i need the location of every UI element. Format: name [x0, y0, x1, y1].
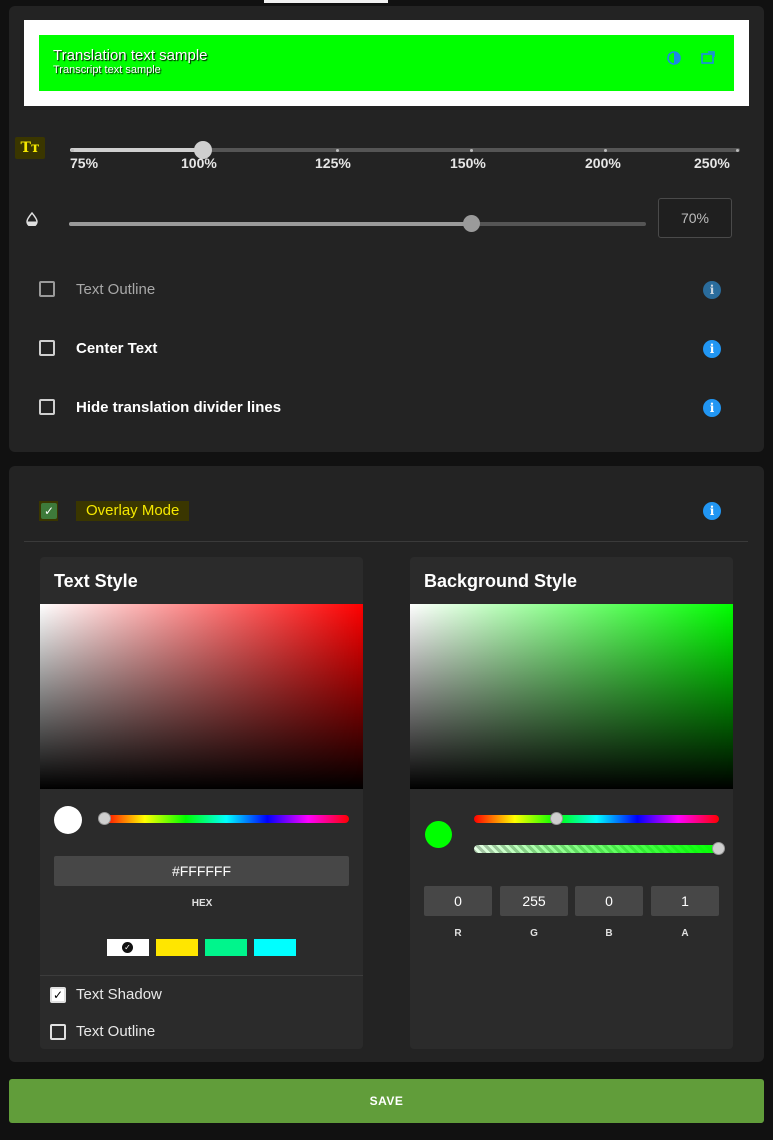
background-color-preview-swatch [425, 821, 452, 848]
text-color-saturation-area[interactable] [40, 604, 363, 789]
slider-tick [470, 149, 473, 152]
slider-tick [736, 149, 739, 152]
text-hex-input[interactable]: #FFFFFF [54, 856, 349, 886]
hide-divider-lines-label: Hide translation divider lines [76, 398, 282, 416]
center-text-label: Center Text [76, 339, 158, 357]
preset-white-swatch[interactable]: ✓ [107, 939, 149, 956]
background-color-saturation-area[interactable] [410, 604, 733, 789]
text-shadow-label: Text Shadow [76, 986, 162, 1003]
hide-divider-lines-option[interactable]: Hide translation divider lines [39, 395, 281, 419]
center-text-info-icon[interactable]: i [703, 340, 721, 358]
opacity-slider-track[interactable] [69, 222, 646, 226]
preset-yellow-swatch[interactable] [156, 939, 198, 956]
font-size-option[interactable]: 75% [70, 155, 98, 171]
section-divider [24, 541, 748, 542]
blue-input[interactable]: 0 [575, 886, 643, 916]
caption-preview-background: Translation text sample Transcript text … [39, 35, 734, 91]
font-size-option[interactable]: 150% [450, 155, 486, 171]
green-input[interactable]: 255 [500, 886, 568, 916]
font-size-slider-track[interactable] [70, 148, 740, 152]
font-size-icon: Tт [15, 137, 45, 159]
selected-check-icon: ✓ [122, 942, 133, 953]
preview-transcript-text: Transcript text sample [53, 64, 161, 76]
opacity-value-field[interactable]: 70% [658, 198, 732, 238]
caption-preview: Translation text sample Transcript text … [24, 20, 749, 106]
text-outline-info-icon[interactable]: i [703, 281, 721, 299]
background-alpha-slider[interactable] [474, 845, 719, 853]
text-hue-slider-thumb[interactable] [98, 812, 111, 825]
text-style-card: Text Style #FFFFFF HEX ✓ ✓ Text Shadow T… [40, 557, 363, 1049]
center-text-option[interactable]: Center Text [39, 336, 157, 360]
card-text-outline-checkbox[interactable] [50, 1023, 66, 1040]
text-color-preview-swatch [54, 806, 82, 834]
font-size-option[interactable]: 125% [315, 155, 351, 171]
alpha-input[interactable]: 1 [651, 886, 719, 916]
slider-tick [336, 149, 339, 152]
red-input[interactable]: 0 [424, 886, 492, 916]
text-shadow-checkbox[interactable]: ✓ [50, 986, 66, 1003]
font-size-option[interactable]: 200% [585, 155, 621, 171]
background-hue-slider-thumb[interactable] [550, 812, 563, 825]
save-button[interactable]: SAVE [9, 1079, 764, 1123]
font-size-option[interactable]: 250% [694, 155, 730, 171]
text-outline-checkbox[interactable] [39, 281, 55, 297]
background-style-card: Background Style 0 255 0 1 R G B A [410, 557, 733, 1049]
opacity-slider-fill [69, 222, 472, 226]
overlay-mode-label[interactable]: Overlay Mode [76, 501, 190, 521]
contrast-icon[interactable] [667, 51, 681, 65]
hide-divider-lines-checkbox[interactable] [39, 399, 55, 415]
preset-green-swatch[interactable] [205, 939, 247, 956]
active-tab-indicator [264, 0, 388, 3]
hex-label: HEX [191, 898, 213, 909]
opacity-slider-thumb[interactable] [463, 215, 480, 232]
caption-settings-panel: Translation text sample Transcript text … [9, 6, 764, 452]
overlay-mode-checkbox[interactable]: ✓ [39, 501, 58, 521]
preview-translation-text: Translation text sample [53, 47, 208, 64]
text-hue-slider[interactable] [104, 815, 349, 823]
background-alpha-slider-thumb[interactable] [712, 842, 725, 855]
green-label: G [530, 928, 538, 939]
background-style-title: Background Style [424, 571, 578, 591]
check-icon: ✓ [41, 503, 57, 519]
card-text-outline-option[interactable]: Text Outline [50, 1023, 155, 1040]
red-label: R [454, 928, 462, 939]
text-style-title: Text Style [54, 571, 138, 591]
card-divider [40, 975, 363, 976]
font-size-option[interactable]: 100% [181, 155, 217, 171]
blue-label: B [605, 928, 613, 939]
slider-tick [71, 149, 74, 152]
opacity-drop-icon [25, 211, 39, 228]
alpha-label: A [681, 928, 689, 939]
preset-cyan-swatch[interactable] [254, 939, 296, 956]
text-outline-label: Text Outline [76, 280, 156, 298]
overlay-mode-info-icon[interactable]: i [703, 502, 721, 520]
hide-divider-lines-info-icon[interactable]: i [703, 399, 721, 417]
center-text-checkbox[interactable] [39, 340, 55, 356]
slider-tick [604, 149, 607, 152]
card-text-outline-label: Text Outline [76, 1023, 156, 1040]
background-hue-slider[interactable] [474, 815, 719, 823]
text-shadow-option[interactable]: ✓ Text Shadow [50, 986, 162, 1003]
text-outline-option[interactable]: Text Outline [39, 277, 155, 301]
font-size-slider-fill [70, 148, 203, 152]
popout-icon[interactable] [701, 51, 715, 65]
